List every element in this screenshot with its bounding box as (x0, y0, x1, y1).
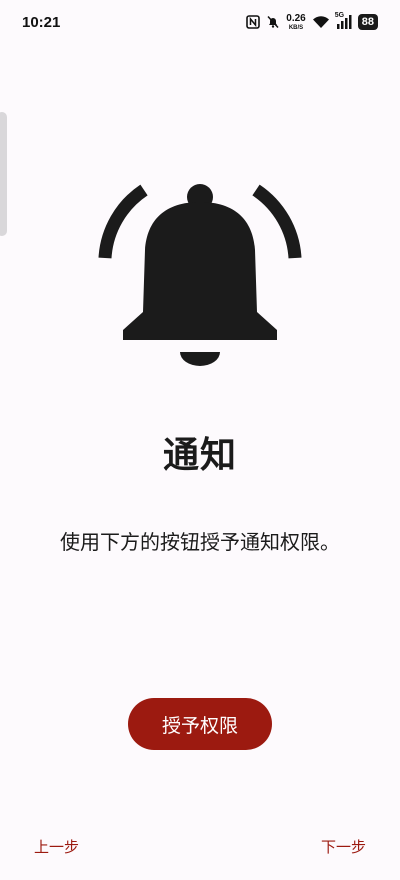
network-type: 5G (334, 12, 345, 19)
page-title: 通知 (162, 435, 237, 476)
mute-icon (266, 15, 280, 29)
signal-icon: 5G (334, 12, 352, 29)
nfc-icon (246, 15, 261, 29)
previous-step-link[interactable]: 上一步 (34, 836, 79, 857)
net-speed-value: 0.26 (286, 12, 306, 24)
net-speed: 0.26 KB/S (286, 12, 306, 31)
battery-icon: 88 (357, 14, 378, 30)
bell-icon (95, 172, 305, 382)
status-bar: 10:21 0.26 KB/S 5G 88 (0, 0, 400, 44)
status-icons: 0.26 KB/S 5G 88 (246, 12, 378, 32)
next-step-link[interactable]: 下一步 (321, 836, 366, 857)
wifi-icon (312, 15, 330, 29)
grant-permission-button[interactable]: 授予权限 (128, 698, 272, 750)
permission-screen: 10:21 0.26 KB/S 5G 88 通知 使用下方的按钮授予通知权限。 … (0, 0, 400, 880)
net-speed-unit: KB/S (288, 24, 304, 31)
status-time: 10:21 (22, 14, 61, 31)
page-description: 使用下方的按钮授予通知权限。 (60, 530, 340, 554)
edge-gesture-handle[interactable] (0, 112, 7, 236)
